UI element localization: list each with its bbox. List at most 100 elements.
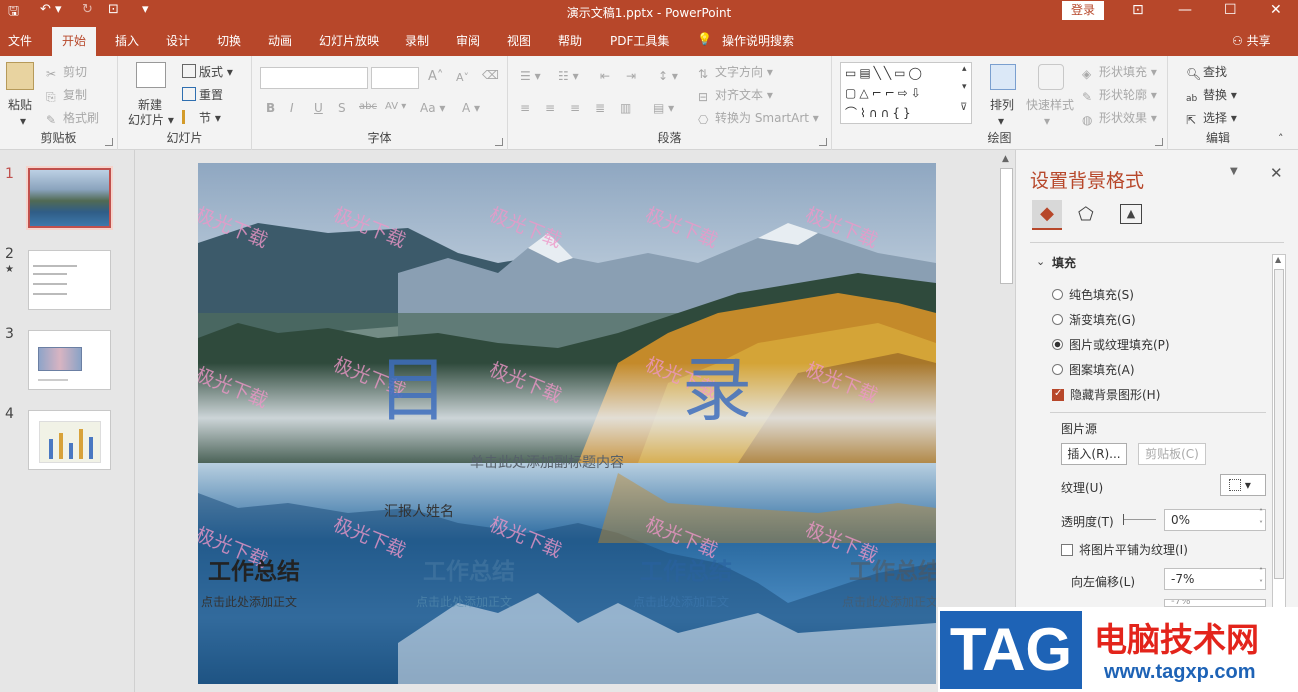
shape-effects-button[interactable]: ◍ 形状效果 ▾ [1082,109,1157,127]
item-heading[interactable]: 工作总结 [384,552,554,586]
collapse-ribbon-icon[interactable]: ˄ [1278,132,1284,145]
clear-format-icon[interactable]: ⌫ [482,68,499,82]
numbering-icon[interactable]: ☷ ▾ [558,69,579,83]
minimize-icon[interactable]: — [1178,2,1192,18]
slide-title-right[interactable]: 录 [682,355,752,425]
effects-tab-icon[interactable]: ⬠ [1078,204,1094,225]
reporter-name[interactable]: 汇报人姓名 [384,501,454,521]
fill-tab-icon[interactable]: ◆ [1032,200,1062,230]
drawing-launcher-icon[interactable] [1155,138,1163,146]
font-launcher-icon[interactable] [495,138,503,146]
slide-thumbnail-1[interactable] [26,166,113,230]
change-case-button[interactable]: Aa ▾ [420,101,445,115]
font-color-button[interactable]: A ▾ [462,101,480,115]
item-heading[interactable]: 工作总结 [601,552,771,586]
slide-thumbnail-3[interactable] [28,330,111,390]
align-text-button[interactable]: ⊟ 对齐文本 ▾ [698,86,773,104]
item-heading[interactable]: 工作总结 [198,552,339,586]
bullets-icon[interactable]: ☰ ▾ [520,69,541,83]
shrink-font-button[interactable]: A˅ [456,71,469,84]
underline-button[interactable]: U [314,101,323,115]
arrange-dropdown-icon[interactable]: ▾ [998,114,1004,128]
align-center-icon[interactable]: ≡ [545,101,555,115]
offset-right-input[interactable]: -7% [1164,599,1266,607]
shape-outline-button[interactable]: ✎ 形状轮廓 ▾ [1082,86,1157,104]
tab-transitions[interactable]: 切换 [217,32,241,49]
maximize-icon[interactable]: ☐ [1224,2,1237,18]
grow-font-button[interactable]: A˄ [428,69,443,84]
select-button[interactable]: ⇱ 选择 ▾ [1186,109,1237,127]
tab-animations[interactable]: 动画 [268,32,292,49]
hide-background-checkbox[interactable]: ✓ 隐藏背景图形(H) [1052,386,1160,403]
shadow-button[interactable]: S [338,101,346,115]
shape-fill-button[interactable]: ◈ 形状填充 ▾ [1082,63,1157,81]
tab-insert[interactable]: 插入 [115,32,139,49]
columns-icon[interactable]: ▤ ▾ [653,101,674,115]
offset-left-input[interactable]: -7% ˄ ˅ [1164,566,1266,590]
replace-button[interactable]: ab 替换 ▾ [1186,86,1237,108]
spin-arrows-icon[interactable]: ˄ ˅ [1259,566,1263,590]
quick-styles-icon[interactable] [1038,64,1064,90]
paragraph-launcher-icon[interactable] [819,138,827,146]
item-body[interactable]: 点击此处添加正文 [379,593,549,610]
layout-button[interactable]: 版式 ▾ [182,63,233,80]
item-body[interactable]: 点击此处添加正文 [596,593,766,610]
justify-icon[interactable]: ≣ [595,101,605,115]
pane-scroll-up-icon[interactable]: ▲ [1275,255,1281,264]
texture-picker[interactable]: ▾ [1220,474,1266,496]
fill-section-header[interactable]: 填充 [1052,254,1076,271]
pattern-fill-radio[interactable]: 图案填充(A) [1052,361,1135,378]
font-size-combo[interactable] [371,67,419,89]
reset-button[interactable]: 重置 [182,86,223,103]
current-slide[interactable]: 极光下载 极光下载 极光下载 极光下载 极光下载 极光下载 极光下载 极光下载 … [198,163,936,684]
login-button[interactable]: 登录 [1062,1,1104,20]
shapes-scroll-up-icon[interactable]: ▴ [962,64,967,74]
slide-thumbnail-4[interactable] [28,410,111,470]
find-button[interactable]: 🔍︎ 查找 [1186,63,1227,81]
new-slide-label-2[interactable]: 幻灯片 ▾ [128,111,174,128]
share-button[interactable]: ⚇ 共享 [1232,32,1271,49]
spin-arrows-icon[interactable]: ˄ ˅ [1259,507,1263,531]
picture-tab-icon[interactable]: ▲ [1120,204,1142,224]
char-spacing-button[interactable]: AV ▾ [385,101,406,112]
tile-checkbox[interactable]: 将图片平铺为纹理(I) [1061,541,1188,558]
item-heading[interactable]: 工作总结 [810,552,936,586]
pane-options-icon[interactable]: ▼ [1230,166,1238,177]
new-slide-icon[interactable] [136,62,166,88]
paste-dropdown-icon[interactable]: ▾ [20,114,26,128]
tab-pdf-tools[interactable]: PDF工具集 [610,32,669,49]
paste-button[interactable]: 粘贴 [8,96,32,113]
slide-subtitle[interactable]: 单击此处添加副标题内容 [470,452,624,472]
cut-button[interactable]: ✂ 剪切 [46,63,87,81]
distributed-icon[interactable]: ▥ [620,101,631,115]
transparency-input[interactable]: 0% ˄ ˅ [1164,507,1266,531]
shapes-gallery[interactable]: ▭▤╲╲▭◯ ▢△⌐⌐⇨⇩ ⌒⌇∩∩{} [840,62,972,124]
tab-help[interactable]: 帮助 [558,32,582,49]
close-window-icon[interactable]: ✕ [1270,2,1282,18]
insert-picture-button[interactable]: 插入(R)... [1061,443,1127,465]
quick-styles-dropdown-icon[interactable]: ▾ [1044,114,1050,128]
quick-styles-button[interactable]: 快速样式 [1026,96,1074,113]
align-left-icon[interactable]: ≡ [520,101,530,115]
bold-button[interactable]: B [266,101,275,115]
copy-button[interactable]: ⎘ 复制 [46,86,87,104]
item-body[interactable]: 点击此处添加正文 [805,593,936,610]
tab-view[interactable]: 视图 [507,32,531,49]
increase-indent-icon[interactable]: ⇥ [626,69,636,83]
solid-fill-radio[interactable]: 纯色填充(S) [1052,286,1134,303]
scrollbar-thumb[interactable] [1000,168,1013,284]
gradient-fill-radio[interactable]: 渐变填充(G) [1052,311,1136,328]
slide-title-left[interactable]: 目 [378,355,448,425]
format-painter-button[interactable]: ✎ 格式刷 [46,109,99,127]
decrease-indent-icon[interactable]: ⇤ [600,69,610,83]
smartart-button[interactable]: ⎔ 转换为 SmartArt ▾ [698,109,819,127]
section-button[interactable]: 节 ▾ [182,109,221,126]
tell-me-search[interactable]: 操作说明搜索 [722,32,794,49]
item-body[interactable]: 点击此处添加正文 [198,593,334,610]
paste-icon[interactable] [6,62,34,90]
font-name-combo[interactable] [260,67,368,89]
align-right-icon[interactable]: ≡ [570,101,580,115]
transparency-slider[interactable] [1124,519,1156,520]
strikethrough-button[interactable]: abc [359,101,377,112]
close-pane-icon[interactable]: ✕ [1270,164,1283,182]
